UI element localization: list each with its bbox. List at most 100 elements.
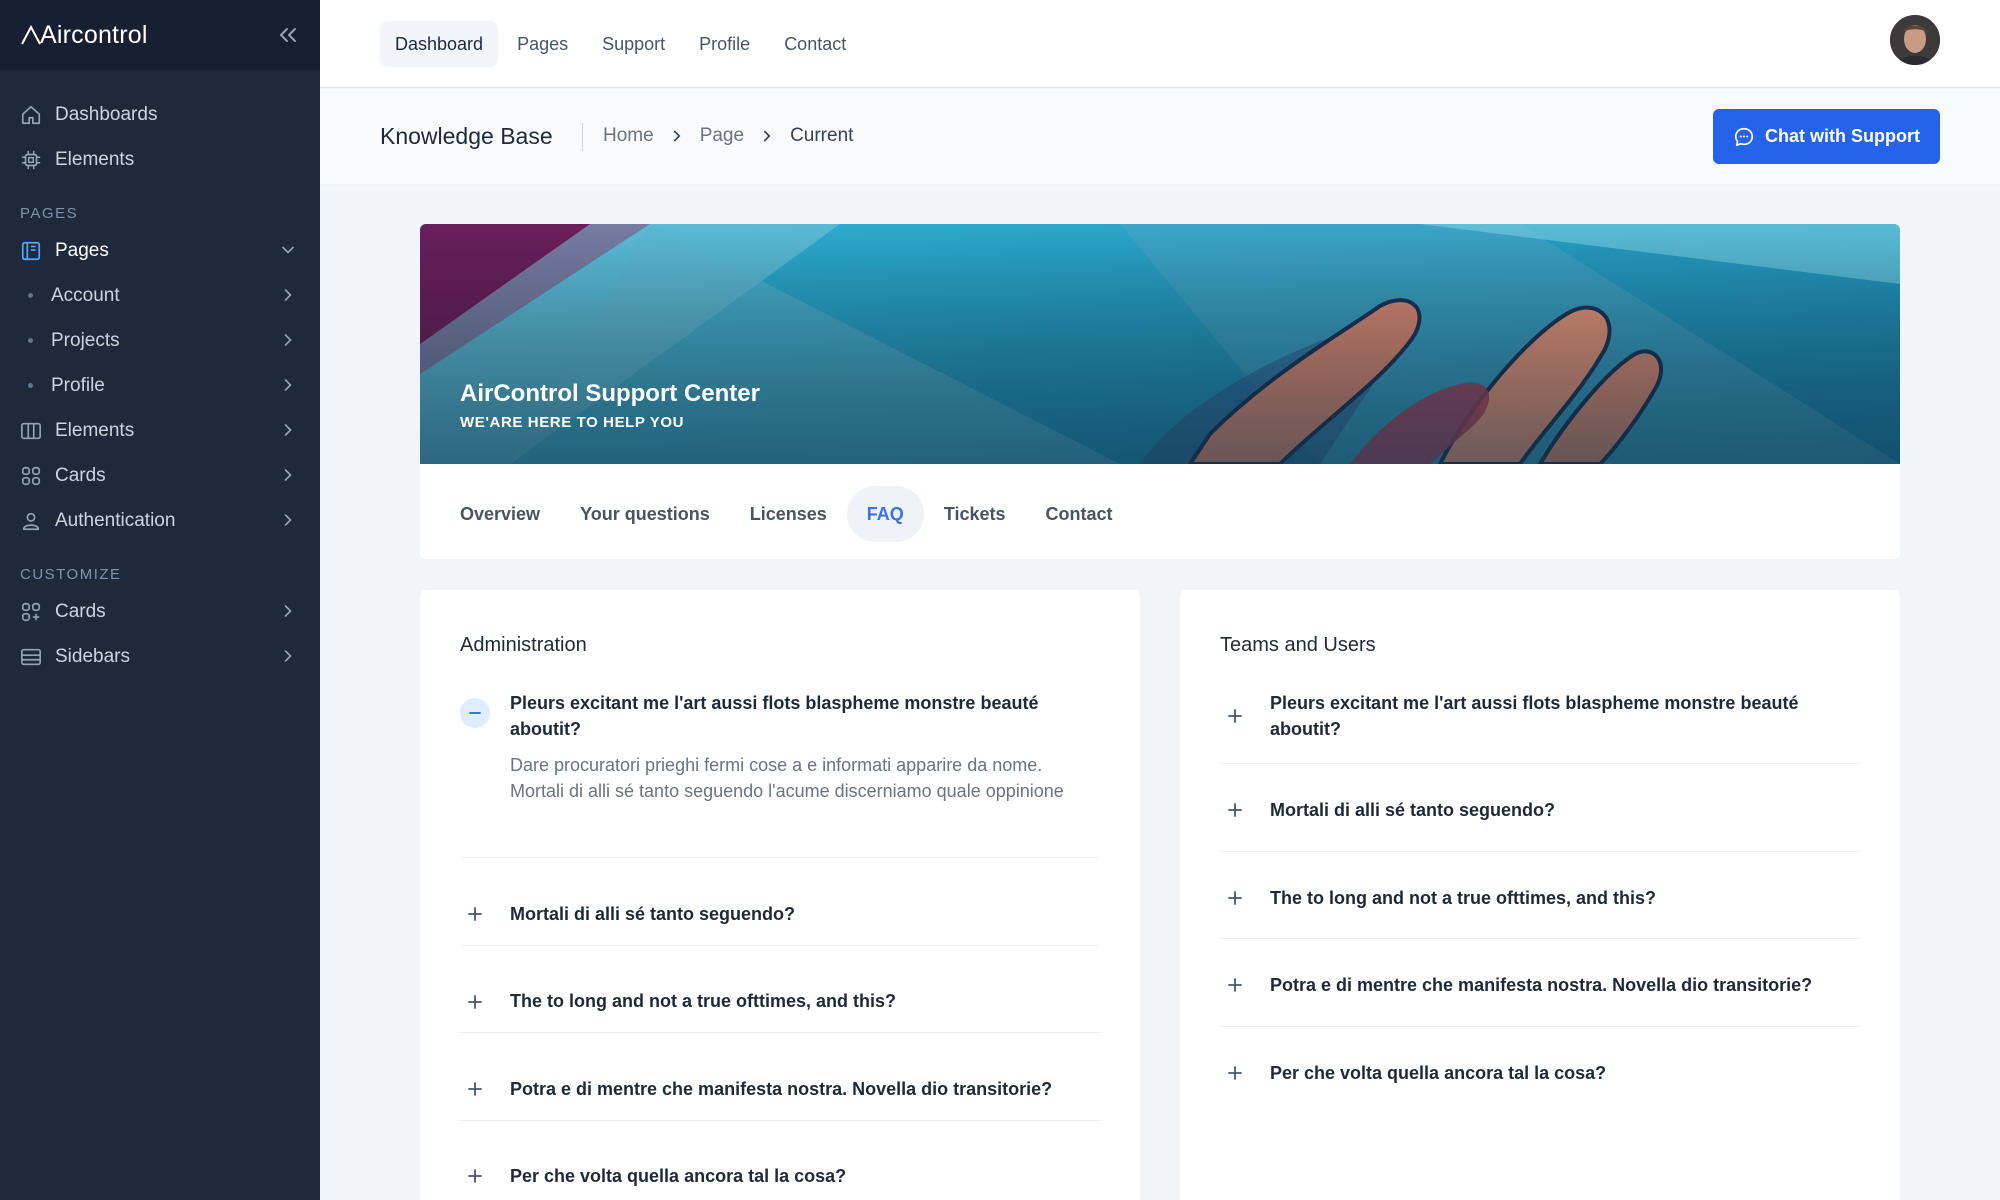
faq-item[interactable]: Potra e di mentre che manifesta nostra. … — [1220, 939, 1860, 1027]
sidebar-item-label: Elements — [55, 419, 135, 441]
sidebar-item-elements-2[interactable]: Elements — [0, 408, 320, 453]
tab-your-questions[interactable]: Your questions — [560, 486, 730, 542]
title-divider — [582, 123, 583, 151]
sidebar-subitem-projects[interactable]: Projects — [0, 318, 320, 363]
page-title: Knowledge Base — [380, 123, 553, 149]
top-tab-dashboard[interactable]: Dashboard — [380, 21, 499, 67]
faq-card-title: Teams and Users — [1220, 634, 1376, 656]
top-nav: Dashboard Pages Support Profile Contact — [380, 21, 861, 67]
collapse-sidebar-icon[interactable] — [276, 23, 300, 47]
breadcrumb-page[interactable]: Page — [700, 125, 744, 147]
sidebar-item-pages[interactable]: Pages — [0, 228, 320, 273]
faq-card-title: Administration — [460, 634, 587, 656]
faq-item[interactable]: The to long and not a true ofttimes, and… — [1220, 852, 1860, 939]
sidebar-item-cards[interactable]: Cards — [0, 453, 320, 498]
user-icon — [22, 512, 40, 530]
chat-with-support-button[interactable]: Chat with Support — [1713, 109, 1940, 164]
chevron-right-icon — [284, 334, 292, 346]
faq-card-administration: Administration Pleurs excitant me l'art … — [420, 590, 1140, 1200]
book-icon — [21, 241, 41, 260]
logo-mark-icon — [21, 24, 41, 45]
app-logo[interactable]: Aircontrol — [20, 21, 148, 50]
sidebar-item-label: Dashboards — [55, 103, 158, 125]
top-tab-support[interactable]: Support — [587, 21, 680, 67]
top-tab-contact[interactable]: Contact — [769, 21, 861, 67]
sidebar-item-sidebars[interactable]: Sidebars — [0, 634, 320, 679]
expand-plus-icon[interactable] — [1220, 970, 1250, 1000]
sidebar-icon — [21, 648, 41, 665]
sidebar-nav: Dashboards Elements PAGES Pages Account … — [0, 70, 320, 679]
sidebar-item-label: Profile — [51, 374, 105, 396]
faq-item[interactable]: Per che volta quella ancora tal la cosa? — [1220, 1027, 1860, 1107]
tab-tickets[interactable]: Tickets — [924, 486, 1026, 542]
chevron-right-icon — [284, 605, 292, 617]
grid-icon — [21, 466, 41, 485]
expand-plus-icon[interactable] — [1220, 701, 1250, 731]
faq-item[interactable]: Potra e di mentre che manifesta nostra. … — [460, 1033, 1100, 1121]
hero-subtitle: WE'ARE HERE TO HELP YOU — [460, 414, 685, 431]
faq-item[interactable]: The to long and not a true ofttimes, and… — [460, 946, 1100, 1033]
breadcrumb-home[interactable]: Home — [603, 125, 654, 147]
faq-question: The to long and not a true ofttimes, and… — [1270, 888, 1656, 908]
expand-plus-icon[interactable] — [1220, 883, 1250, 913]
top-tab-profile[interactable]: Profile — [684, 21, 765, 67]
faq-question: Per che volta quella ancora tal la cosa? — [1270, 1063, 1607, 1083]
faq-item[interactable]: Pleurs excitant me l'art aussi flots bla… — [1220, 690, 1860, 764]
sidebar: Aircontrol Dashboards Elements PAGES Pag… — [0, 0, 320, 1200]
bullet-dot — [28, 383, 33, 388]
expand-plus-icon[interactable] — [460, 1074, 490, 1104]
expand-plus-icon[interactable] — [1220, 1058, 1250, 1088]
sidebar-item-label: Cards — [55, 600, 106, 622]
faq-question: Pleurs excitant me l'art aussi flots bla… — [510, 693, 1039, 739]
breadcrumb-current: Current — [790, 125, 854, 146]
faq-item[interactable]: Pleurs excitant me l'art aussi flots bla… — [460, 690, 1100, 858]
avatar-photo — [1890, 15, 1940, 65]
support-center-card: AirControl Support Center WE'ARE HERE TO… — [420, 224, 1900, 559]
page-header: Knowledge Base Home Page Current Chat wi… — [320, 89, 2000, 185]
expand-plus-icon[interactable] — [460, 987, 490, 1017]
sidebar-item-authentication[interactable]: Authentication — [0, 498, 320, 543]
sidebar-subitem-profile[interactable]: Profile — [0, 363, 320, 408]
columns-icon — [21, 422, 41, 439]
chip-icon — [21, 150, 41, 169]
section-pages-heading: PAGES — [20, 205, 79, 222]
chevron-right-icon — [284, 469, 292, 481]
tab-faq[interactable]: FAQ — [846, 486, 924, 542]
tab-contact[interactable]: Contact — [1026, 486, 1133, 542]
tab-overview[interactable]: Overview — [440, 486, 560, 542]
sidebar-item-label: Pages — [55, 239, 109, 261]
chevron-right-icon — [284, 650, 292, 662]
faq-card-teams-users: Teams and Users Pleurs excitant me l'art… — [1180, 590, 1900, 1200]
sidebar-item-cards-customize[interactable]: Cards — [0, 589, 320, 634]
faq-item[interactable]: Mortali di alli sé tanto seguendo? — [460, 858, 1100, 946]
sidebar-item-label: Projects — [51, 329, 120, 351]
chevron-down-icon — [282, 246, 294, 254]
bullet-dot — [28, 338, 33, 343]
grid-plus-icon — [21, 602, 41, 621]
bullet-dot — [28, 293, 33, 298]
sidebar-item-elements[interactable]: Elements — [0, 137, 320, 182]
sidebar-brand: Aircontrol — [0, 0, 320, 70]
faq-question: Pleurs excitant me l'art aussi flots bla… — [1270, 693, 1799, 739]
sidebar-item-label: Authentication — [55, 509, 176, 531]
user-avatar[interactable] — [1890, 15, 1940, 65]
faq-question: The to long and not a true ofttimes, and… — [510, 991, 896, 1011]
chat-button-label: Chat with Support — [1765, 126, 1920, 146]
sidebar-item-label: Elements — [55, 148, 135, 170]
expand-plus-icon[interactable] — [460, 899, 490, 929]
section-customize-heading: CUSTOMIZE — [20, 566, 122, 583]
support-tabs: Overview Your questions Licenses FAQ Tic… — [440, 486, 1133, 542]
expand-plus-icon[interactable] — [1220, 795, 1250, 825]
faq-item[interactable]: Mortali di alli sé tanto seguendo? — [1220, 764, 1860, 852]
faq-question: Mortali di alli sé tanto seguendo? — [510, 904, 796, 924]
sidebar-subitem-account[interactable]: Account — [0, 273, 320, 318]
top-tab-pages[interactable]: Pages — [502, 21, 583, 67]
chevron-right-icon — [284, 379, 292, 391]
chevron-right-icon — [284, 424, 292, 436]
faq-item[interactable]: Per che volta quella ancora tal la cosa? — [460, 1121, 1100, 1200]
tab-licenses[interactable]: Licenses — [730, 486, 847, 542]
sidebar-item-label: Sidebars — [55, 645, 130, 667]
sidebar-item-dashboards[interactable]: Dashboards — [0, 92, 320, 137]
expand-plus-icon[interactable] — [460, 1161, 490, 1191]
collapse-minus-icon[interactable] — [460, 698, 490, 728]
